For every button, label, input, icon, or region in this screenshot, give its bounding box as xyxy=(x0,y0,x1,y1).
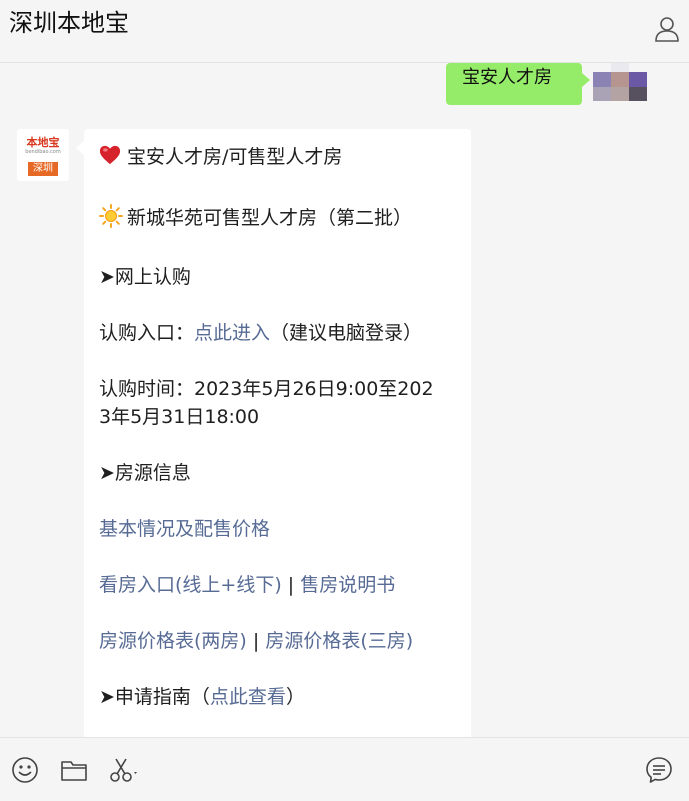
guide-prefix: ➤申请指南（ xyxy=(99,686,210,708)
sent-message-text: 宝安人才房 xyxy=(462,67,552,88)
basic-info-link[interactable]: 基本情况及配售价格 xyxy=(99,518,270,540)
entry-label: 认购入口： xyxy=(99,322,195,344)
entry-note: （建议电脑登录） xyxy=(270,322,423,344)
bot-logo-city: 深圳 xyxy=(28,162,58,176)
received-message-bubble: 宝安人才房/可售型人才房 新城华苑可售型人才房（第二批） ➤网上认购 认购入口：… xyxy=(76,129,471,737)
viewing-links-line: 看房入口(线上+线下) | 售房说明书 xyxy=(99,571,395,599)
subscription-time-line-1: 认购时间：2023年5月26日9:00至202 xyxy=(99,378,434,400)
chat-header: 深圳本地宝 xyxy=(0,0,689,63)
section-housing-info: ➤房源信息 xyxy=(99,462,191,484)
bot-logo-domain: bendibao.com xyxy=(25,149,61,155)
folder-icon[interactable] xyxy=(60,756,88,784)
message-line-1: 宝安人才房/可售型人才房 xyxy=(99,143,342,171)
message-title: 宝安人才房/可售型人才房 xyxy=(127,146,343,168)
price-table-two-room-link[interactable]: 房源价格表(两房) xyxy=(99,630,247,652)
heart-icon xyxy=(99,145,121,165)
chat-title: 深圳本地宝 xyxy=(9,9,129,37)
user-avatar[interactable] xyxy=(593,63,647,101)
viewing-entry-link[interactable]: 看房入口(线上+线下) xyxy=(99,574,282,596)
sales-manual-link[interactable]: 售房说明书 xyxy=(300,574,395,596)
input-toolbar xyxy=(0,737,689,801)
subscription-entry-line: 认购入口：点此进入（建议电脑登录） xyxy=(99,319,422,347)
entry-link[interactable]: 点此进入 xyxy=(194,322,270,344)
guide-suffix: ） xyxy=(285,686,305,708)
scissors-icon[interactable] xyxy=(109,756,141,784)
bot-avatar[interactable]: 本地宝 bendibao.com 深圳 xyxy=(17,129,69,181)
price-links-line: 房源价格表(两房) | 房源价格表(三房) xyxy=(99,627,413,655)
sent-message-bubble[interactable]: 宝安人才房 xyxy=(446,63,590,105)
link-separator: | xyxy=(281,574,301,596)
project-name: 新城华苑可售型人才房（第二批） xyxy=(127,207,413,229)
emoji-icon[interactable] xyxy=(11,756,39,784)
chat-area: 宝安人才房 本地宝 bendibao.com 深圳 宝安人才房/可售型人才房 新… xyxy=(0,63,689,737)
section-online-subscription: ➤网上认购 xyxy=(99,266,191,288)
housing-basic-line: 基本情况及配售价格 xyxy=(99,515,270,543)
subscription-time-line-2: 3年5月31日18:00 xyxy=(99,406,260,428)
price-table-three-room-link[interactable]: 房源价格表(三房) xyxy=(265,630,413,652)
guide-link[interactable]: 点此查看 xyxy=(210,686,286,708)
bot-logo-text: 本地宝 xyxy=(26,136,60,149)
sun-icon xyxy=(99,204,123,228)
link-separator: | xyxy=(246,630,266,652)
profile-icon[interactable] xyxy=(653,15,681,43)
application-guide-line: ➤申请指南（点此查看） xyxy=(99,683,305,711)
message-line-2: 新城华苑可售型人才房（第二批） xyxy=(99,204,412,232)
chat-history-icon[interactable] xyxy=(645,756,673,784)
